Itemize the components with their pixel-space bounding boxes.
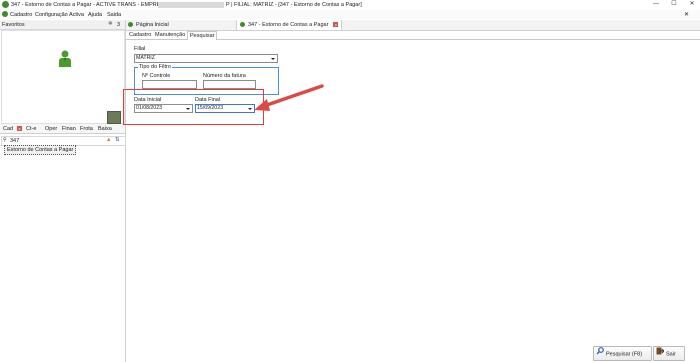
tree-item-estorno[interactable]: Estorno de Contas a Pagar: [4, 145, 77, 155]
left-panel: Favoritos ✱ 3 Cad x Ct-e Oper Finan Frot…: [0, 20, 126, 362]
data-final-label: Data Final: [195, 97, 221, 103]
fatura-label: Número da fatura: [203, 73, 246, 79]
pesquisar-label: Pesquisar (F8): [606, 351, 643, 358]
close-button[interactable]: ✕: [684, 0, 700, 9]
tab-cadastro[interactable]: Cadastro: [127, 31, 153, 39]
module-tabs: Cad x Ct-e Oper Finan Frota Baixa: [0, 124, 125, 134]
menu-close-icon[interactable]: ✕: [684, 11, 689, 18]
sair-label: Sair: [666, 351, 676, 358]
tab-pagina-inicial-label: Página Inicial: [136, 22, 169, 28]
home-tab-icon: [128, 22, 133, 28]
fatura-input[interactable]: [203, 80, 256, 89]
data-inicial-dropdown-icon: [186, 107, 190, 110]
maximize-button[interactable]: ☐: [666, 0, 682, 9]
menu-configuracao[interactable]: Configuração Activa: [35, 12, 84, 18]
tab-oper[interactable]: Oper: [45, 126, 57, 132]
favorites-label: Favoritos: [2, 21, 25, 28]
window-title-filial: P | FILIAL: MATRIZ - [347 - Estorno de C…: [226, 1, 362, 8]
controle-label: Nº Controle: [142, 73, 171, 79]
tab-cte[interactable]: Ct-e: [26, 126, 36, 132]
data-final-value: 15/09/2023: [197, 105, 223, 111]
tab-pagina-inicial[interactable]: Página Inicial: [128, 20, 169, 30]
controle-input[interactable]: [142, 80, 197, 89]
data-inicial-value: 01/08/2023: [136, 105, 162, 111]
tab-cad-close-icon[interactable]: x: [17, 125, 22, 131]
menu-saida[interactable]: Saida: [107, 12, 121, 18]
menu-cadastro[interactable]: Cadastro: [10, 12, 32, 18]
annotation-arrow-icon: [254, 84, 324, 111]
menu-ajuda[interactable]: Ajuda: [88, 12, 102, 18]
tab-estorno-label: 347 - Estorno de Contas a Pagar: [248, 22, 329, 28]
favorites-count: 3: [117, 21, 121, 28]
data-inicial-picker[interactable]: 01/08/2023: [134, 104, 193, 113]
filial-select[interactable]: MATRIZ: [134, 54, 278, 63]
lamp-icon[interactable]: ▲: [106, 137, 111, 143]
minimize-button[interactable]: —: [648, 0, 664, 9]
favorites-area: [1, 30, 125, 124]
window-title: 347 - Estorno de Contas a Pagar - ACTIVE…: [11, 1, 170, 8]
chevron-down-icon: [271, 57, 275, 60]
menu-search-input[interactable]: 347: [10, 138, 19, 144]
redacted-company: [158, 1, 224, 8]
filial-label: Filial: [134, 46, 146, 52]
tipo-filtro-label: Tipo do Filtro: [138, 64, 172, 70]
filial-value: MATRIZ: [136, 55, 155, 61]
calculator-icon[interactable]: [107, 111, 121, 124]
sair-button[interactable]: Sair: [653, 346, 685, 361]
sort-icon[interactable]: ⇅: [115, 137, 120, 143]
tab-frota[interactable]: Frota: [80, 126, 93, 132]
estorno-tab-icon: [240, 22, 245, 28]
menu-bar: Cadastro Configuração Activa Ajuda Saida…: [0, 10, 700, 19]
app-icon: [2, 1, 9, 8]
user-icon[interactable]: [58, 50, 72, 68]
tab-cad[interactable]: Cad: [3, 126, 13, 132]
document-tabs: Página Inicial 347 - Estorno de Contas a…: [126, 20, 700, 31]
tab-estorno-close-icon[interactable]: x: [333, 22, 339, 28]
exit-icon: [656, 347, 665, 361]
menu-app-icon: [2, 11, 8, 17]
search-icon: ⚲: [3, 137, 7, 143]
pesquisar-button[interactable]: Pesquisar (F8): [593, 346, 652, 361]
tab-manutencao[interactable]: Manutenção: [153, 31, 187, 39]
settings-icon[interactable]: ✱: [108, 21, 113, 27]
tab-finan[interactable]: Finan: [62, 126, 76, 132]
form-tabs: Cadastro Manutenção Pesquisar: [126, 31, 700, 40]
data-inicial-label: Data Inicial: [134, 97, 162, 103]
tab-baixa[interactable]: Baixa: [98, 126, 112, 132]
magnifier-icon: [596, 347, 604, 361]
tab-estorno[interactable]: 347 - Estorno de Contas a Pagar x: [236, 20, 343, 30]
favorites-header: Favoritos ✱ 3: [0, 20, 125, 30]
tab-pesquisar[interactable]: Pesquisar: [187, 31, 218, 40]
data-final-picker[interactable]: 15/09/2023: [195, 104, 255, 113]
